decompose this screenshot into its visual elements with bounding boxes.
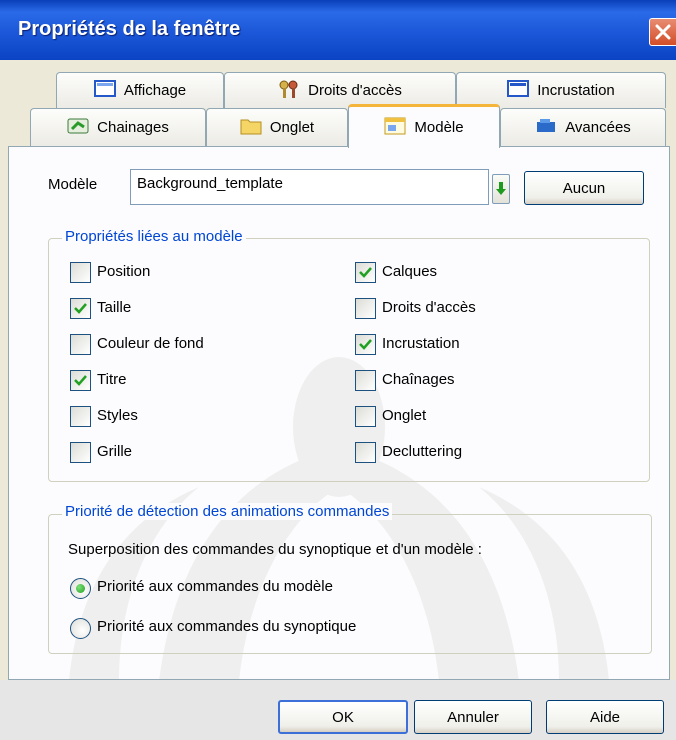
tab-avancees[interactable]: Avancées xyxy=(500,108,666,146)
tab-onglet[interactable]: Onglet xyxy=(206,108,348,146)
checkbox-chainages[interactable] xyxy=(355,370,376,391)
monitor-icon xyxy=(93,80,116,101)
checkbox-label: Onglet xyxy=(382,407,427,424)
properties-dialog: Propriétés de la fenêtre Affichage Droit… xyxy=(0,0,676,740)
model-dropdown-button[interactable] xyxy=(492,174,510,204)
checkbox-label: Decluttering xyxy=(382,443,463,460)
checkbox-styles[interactable] xyxy=(70,406,91,427)
radio-label: Priorité aux commandes du synoptique xyxy=(97,618,357,635)
tab-label: Onglet xyxy=(269,119,315,136)
check-icon xyxy=(359,267,372,278)
checkbox-couleur-de-fond[interactable] xyxy=(70,334,91,355)
checkbox-onglet[interactable] xyxy=(355,406,376,427)
tab-chainages[interactable]: Chainages xyxy=(30,108,206,146)
checkbox-taille[interactable] xyxy=(70,298,91,319)
checkbox-label: Droits d'accès xyxy=(382,299,476,316)
model-value: Background_template xyxy=(137,175,283,192)
radio-selected-dot xyxy=(76,584,85,593)
checkbox-label: Calques xyxy=(382,263,438,280)
ok-button-label: OK xyxy=(332,708,354,726)
tab-modele[interactable]: Modèle xyxy=(348,104,500,148)
folder-icon xyxy=(240,117,262,139)
tab-incrustation[interactable]: Incrustation xyxy=(456,72,666,108)
window-icon xyxy=(507,80,530,101)
cancel-button-label: Annuler xyxy=(447,708,499,726)
checkbox-label: Incrustation xyxy=(382,335,460,352)
checkbox-label: Titre xyxy=(97,371,127,388)
radio-label: Priorité aux commandes du modèle xyxy=(97,578,333,595)
checkbox-label: Grille xyxy=(97,443,133,460)
checkbox-label: Taille xyxy=(97,299,132,316)
ok-button[interactable]: OK xyxy=(278,700,408,734)
close-button[interactable] xyxy=(649,18,676,46)
check-icon xyxy=(74,375,87,386)
check-icon xyxy=(359,339,372,350)
tab-droits-acces[interactable]: Droits d'accès xyxy=(224,72,456,108)
help-button[interactable]: Aide xyxy=(546,700,664,734)
checkbox-incrustation[interactable] xyxy=(355,334,376,355)
close-icon xyxy=(655,24,671,40)
checkbox-grille[interactable] xyxy=(70,442,91,463)
checkbox-decluttering[interactable] xyxy=(355,442,376,463)
tab-label: Avancées xyxy=(565,119,631,136)
checkbox-label: Styles xyxy=(97,407,138,424)
keys-icon xyxy=(278,79,300,103)
help-button-label: Aide xyxy=(589,708,621,726)
checkbox-label: Position xyxy=(97,263,151,280)
model-label: Modèle xyxy=(48,176,98,193)
checkbox-position[interactable] xyxy=(70,262,91,283)
priority-description: Superposition des commandes du synoptiqu… xyxy=(68,541,482,558)
check-icon xyxy=(74,303,87,314)
chain-icon xyxy=(67,117,89,139)
checkbox-label: Chaînages xyxy=(382,371,455,388)
tab-label: Modèle xyxy=(414,119,464,136)
checkbox-titre[interactable] xyxy=(70,370,91,391)
linked-properties-title: Propriétés liées au modèle xyxy=(62,228,246,245)
radio-priority-synoptic[interactable] xyxy=(70,618,91,639)
none-button-label: Aucun xyxy=(562,179,606,197)
tab-label: Chainages xyxy=(97,119,169,136)
tab-label: Incrustation xyxy=(537,82,615,99)
window-title: Propriétés de la fenêtre xyxy=(18,18,241,40)
advanced-icon xyxy=(535,117,557,139)
tab-label: Droits d'accès xyxy=(308,82,402,99)
none-button[interactable]: Aucun xyxy=(524,171,644,205)
template-icon xyxy=(384,117,406,139)
checkbox-label: Couleur de fond xyxy=(97,335,204,352)
checkbox-droits-acces[interactable] xyxy=(355,298,376,319)
checkbox-calques[interactable] xyxy=(355,262,376,283)
title-bar[interactable]: Propriétés de la fenêtre xyxy=(0,0,676,60)
tab-label: Affichage xyxy=(123,82,187,99)
radio-priority-model[interactable] xyxy=(70,578,91,599)
tab-affichage[interactable]: Affichage xyxy=(56,72,224,108)
model-field[interactable]: Background_template xyxy=(130,169,489,205)
arrow-down-icon xyxy=(496,182,506,195)
cancel-button[interactable]: Annuler xyxy=(414,700,532,734)
priority-title: Priorité de détection des animations com… xyxy=(62,503,393,520)
